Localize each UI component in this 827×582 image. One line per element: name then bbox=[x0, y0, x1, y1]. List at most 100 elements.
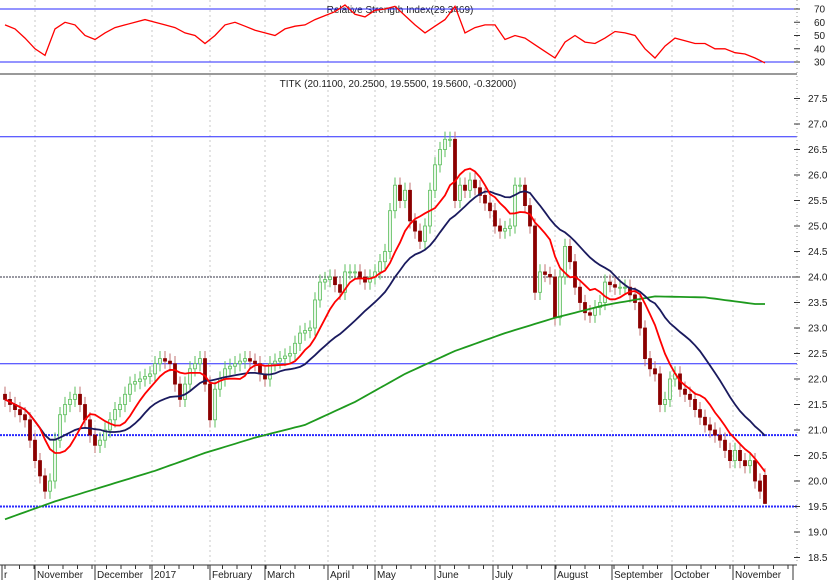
candle-down bbox=[418, 230, 422, 242]
candle-down bbox=[703, 416, 707, 426]
candle-up bbox=[283, 355, 287, 359]
rsi-y-tick-label: 50 bbox=[814, 31, 826, 42]
y-tick-label: 23.0 bbox=[808, 324, 827, 335]
y-tick-label: 24.5 bbox=[808, 247, 827, 258]
candle-up bbox=[428, 189, 432, 227]
y-tick-label: 26.5 bbox=[808, 145, 827, 156]
y-tick-label: 25.0 bbox=[808, 222, 827, 233]
candle-up bbox=[388, 210, 392, 252]
candle-up bbox=[423, 225, 427, 242]
candle-down bbox=[253, 360, 257, 365]
candle-down bbox=[248, 358, 252, 362]
candle-down bbox=[408, 189, 412, 222]
candle-down bbox=[493, 210, 497, 227]
candle-down bbox=[488, 202, 492, 212]
x-tick-label: August bbox=[557, 570, 588, 581]
candle-down bbox=[578, 286, 582, 303]
candle-down bbox=[683, 388, 687, 395]
candle-up bbox=[273, 360, 277, 365]
candle-up bbox=[123, 393, 127, 405]
candle-down bbox=[93, 434, 97, 446]
candle-down bbox=[413, 220, 417, 232]
candle-up bbox=[288, 353, 292, 357]
candle-up bbox=[323, 279, 327, 283]
candle-down bbox=[553, 276, 557, 319]
x-tick-label: February bbox=[212, 570, 252, 581]
candle-up bbox=[513, 184, 517, 227]
x-tick-label: June bbox=[437, 570, 459, 581]
candle-down bbox=[723, 439, 727, 451]
candle-down bbox=[398, 184, 402, 201]
candle-down bbox=[708, 424, 712, 431]
candle-down bbox=[168, 360, 172, 365]
y-tick-label: 21.5 bbox=[808, 400, 827, 411]
candle-up bbox=[313, 299, 317, 329]
y-tick-label: 24.0 bbox=[808, 273, 827, 284]
candle-up bbox=[443, 138, 447, 150]
candle-up bbox=[303, 330, 307, 334]
x-tick-label: November bbox=[735, 570, 782, 581]
candle-down bbox=[763, 474, 767, 504]
y-tick-label: 19.0 bbox=[808, 528, 827, 539]
x-axis: r November December 2017 February March April M… bbox=[0, 564, 797, 581]
x-tick-label: March bbox=[267, 570, 295, 581]
stock-chart: Relative Strength Index(29.3469) TITK (2… bbox=[0, 0, 827, 581]
rsi-y-tick-label: 40 bbox=[814, 44, 826, 55]
candle-down bbox=[758, 480, 762, 492]
candle-up bbox=[128, 383, 132, 395]
candle-up bbox=[213, 388, 217, 421]
candle-up bbox=[48, 480, 52, 492]
candle-up bbox=[298, 332, 302, 344]
candle-down bbox=[18, 409, 22, 416]
candle-up bbox=[228, 365, 232, 370]
candle-down bbox=[713, 429, 717, 436]
candle-up bbox=[243, 358, 247, 362]
y-tick-label: 22.5 bbox=[808, 349, 827, 360]
candle-up bbox=[663, 398, 667, 405]
candle-up bbox=[468, 179, 472, 191]
candle-up bbox=[618, 286, 622, 289]
candle-up bbox=[113, 409, 117, 421]
candle-up bbox=[748, 460, 752, 467]
x-tick-label: September bbox=[614, 570, 664, 581]
candle-down bbox=[728, 449, 732, 461]
candle-up bbox=[193, 363, 197, 370]
candle-up bbox=[348, 271, 352, 274]
x-tick-label: October bbox=[674, 570, 710, 581]
ma-short-line bbox=[4, 167, 766, 473]
candle-down bbox=[568, 245, 572, 263]
candle-down bbox=[38, 460, 42, 477]
y-tick-label: 25.5 bbox=[808, 196, 827, 207]
candle-down bbox=[633, 294, 637, 303]
candle-up bbox=[183, 383, 187, 400]
candle-down bbox=[543, 271, 547, 275]
x-tick-label: 2017 bbox=[154, 570, 177, 581]
candle-up bbox=[448, 138, 452, 141]
candle-down bbox=[743, 460, 747, 467]
candle-down bbox=[548, 274, 552, 278]
candle-down bbox=[658, 373, 662, 405]
candle-up bbox=[143, 376, 147, 380]
y-tick-label: 22.0 bbox=[808, 375, 827, 386]
candle-down bbox=[23, 414, 27, 421]
candle-down bbox=[613, 284, 617, 288]
y-tick-label: 19.5 bbox=[808, 502, 827, 513]
candle-up bbox=[278, 358, 282, 362]
candle-down bbox=[498, 225, 502, 232]
candle-up bbox=[458, 184, 462, 201]
candle-down bbox=[698, 409, 702, 418]
candle-down bbox=[463, 184, 467, 191]
y-tick-label: 26.0 bbox=[808, 171, 827, 182]
candle-down bbox=[643, 327, 647, 360]
y-tick-label: 20.0 bbox=[808, 477, 827, 488]
candle-up bbox=[668, 378, 672, 400]
candle-down bbox=[653, 368, 657, 375]
candle-up bbox=[353, 271, 357, 274]
candle-down bbox=[43, 475, 47, 492]
candle-up bbox=[518, 184, 522, 187]
x-tick-label: November bbox=[37, 570, 84, 581]
candle-up bbox=[133, 381, 137, 385]
candle-up bbox=[508, 225, 512, 229]
candle-up bbox=[433, 164, 437, 191]
candle-up bbox=[53, 439, 57, 482]
